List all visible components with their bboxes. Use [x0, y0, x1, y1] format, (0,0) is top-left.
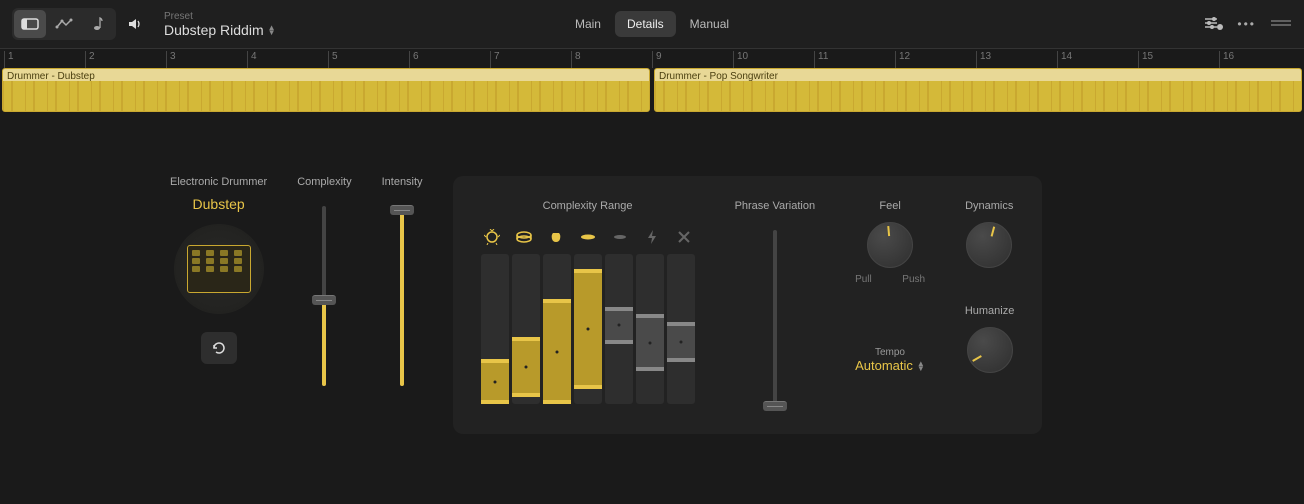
preset-name: Dubstep Riddim ▲▼: [164, 22, 276, 38]
ruler-mark: 9: [652, 51, 662, 69]
tempo-value: Automatic ▲▼: [855, 358, 925, 373]
intensity-slider[interactable]: [400, 206, 404, 386]
hihat-icon[interactable]: [579, 228, 597, 246]
complexity-label: Complexity: [297, 176, 351, 188]
ruler-mark: 2: [85, 51, 95, 69]
feel-pull-label: Pull: [855, 274, 872, 285]
dynamics-knob-section: Dynamics: [965, 200, 1013, 285]
perc-icon[interactable]: [611, 228, 629, 246]
snare-icon[interactable]: [515, 228, 533, 246]
phrase-variation-slider[interactable]: [773, 230, 777, 410]
notation-button[interactable]: [82, 10, 114, 38]
view-mode-group: [12, 8, 116, 40]
feel-push-label: Push: [902, 274, 925, 285]
volume-icon[interactable]: [124, 10, 148, 38]
cr-bar[interactable]: [543, 254, 571, 404]
ruler-mark: 16: [1219, 51, 1234, 69]
tempo-chevrons-icon: ▲▼: [917, 361, 925, 371]
tab-main[interactable]: Main: [563, 11, 613, 37]
zap-icon[interactable]: [643, 228, 661, 246]
region-pop-songwriter[interactable]: Drummer - Pop Songwriter: [654, 68, 1302, 112]
feel-knob-section: Feel Pull Push: [855, 200, 925, 285]
knob-row-bottom: Tempo Automatic ▲▼ Humanize: [855, 305, 1014, 373]
toolbar: Preset Dubstep Riddim ▲▼ Main Details Ma…: [0, 0, 1304, 48]
ruler-mark: 7: [490, 51, 500, 69]
preset-label: Preset: [164, 11, 276, 22]
ruler-mark: 3: [166, 51, 176, 69]
clap-icon[interactable]: [547, 228, 565, 246]
dynamics-label: Dynamics: [965, 200, 1013, 212]
complexity-range-title: Complexity Range: [543, 200, 633, 212]
ruler-mark: 11: [814, 51, 828, 69]
feel-knob[interactable]: [867, 222, 913, 268]
phrase-variation-section: Phrase Variation: [735, 200, 816, 410]
ruler-mark: 15: [1138, 51, 1153, 69]
complexity-slider[interactable]: [322, 206, 326, 386]
editor-tabs: Main Details Manual: [563, 11, 741, 37]
ruler-mark: 10: [733, 51, 748, 69]
kick-icon[interactable]: [483, 228, 501, 246]
ruler-mark: 1: [4, 51, 14, 69]
ruler-mark: 4: [247, 51, 257, 69]
cr-bar[interactable]: [636, 254, 664, 404]
region-waveform: [655, 81, 1301, 111]
ruler-mark: 14: [1057, 51, 1072, 69]
tab-manual[interactable]: Manual: [678, 11, 741, 37]
drum-machine-icon[interactable]: [174, 224, 264, 314]
timeline-ruler[interactable]: 1 2 3 4 5 6 7 8 9 10 11 12 13 14 15 16: [0, 48, 1304, 68]
humanize-label: Humanize: [965, 305, 1015, 317]
details-panel: Complexity Range Phrase: [453, 176, 1043, 434]
more-icon[interactable]: •••: [1237, 17, 1256, 31]
cr-bar[interactable]: [481, 254, 509, 404]
ruler-mark: 13: [976, 51, 991, 69]
preset-chevrons-icon: ▲▼: [268, 25, 276, 35]
knob-row-top: Feel Pull Push Dynamics: [855, 200, 1014, 285]
humanize-knob[interactable]: [967, 327, 1013, 373]
track-area[interactable]: Drummer - Dubstep Drummer - Pop Songwrit…: [0, 68, 1304, 116]
region-waveform: [3, 81, 649, 111]
cr-bar[interactable]: [512, 254, 540, 404]
ruler-mark: 12: [895, 51, 910, 69]
automation-view-button[interactable]: [48, 10, 80, 38]
tab-details[interactable]: Details: [615, 11, 676, 37]
tempo-section[interactable]: Tempo Automatic ▲▼: [855, 347, 925, 373]
regenerate-button[interactable]: [201, 332, 237, 364]
cross-icon[interactable]: [675, 228, 693, 246]
feel-label: Feel: [879, 200, 900, 212]
drummer-type-label: Electronic Drummer: [170, 176, 267, 188]
region-view-button[interactable]: [14, 10, 46, 38]
region-dubstep[interactable]: Drummer - Dubstep: [2, 68, 650, 112]
complexity-range-section: Complexity Range: [481, 200, 695, 404]
phrase-variation-label: Phrase Variation: [735, 200, 816, 212]
settings-icon[interactable]: [1203, 15, 1223, 34]
intensity-label: Intensity: [382, 176, 423, 188]
ruler-mark: 8: [571, 51, 581, 69]
cr-bar[interactable]: [667, 254, 695, 404]
drummer-style[interactable]: Dubstep: [193, 196, 245, 212]
complexity-range-bars: [481, 254, 695, 404]
ruler-mark: 6: [409, 51, 419, 69]
ruler-mark: 5: [328, 51, 338, 69]
humanize-knob-section: Humanize: [965, 305, 1015, 373]
intensity-slider-section: Intensity: [382, 176, 423, 434]
feel-sublabels: Pull Push: [855, 274, 925, 285]
preset-selector[interactable]: Preset Dubstep Riddim ▲▼: [164, 11, 276, 38]
drag-handle-icon[interactable]: [1270, 17, 1292, 31]
drummer-editor: Electronic Drummer Dubstep Complexity In…: [0, 116, 1304, 454]
right-controls: Feel Pull Push Dynamics Tempo Automatic: [855, 200, 1014, 373]
toolbar-right: •••: [1203, 15, 1292, 34]
dynamics-knob[interactable]: [966, 222, 1012, 268]
complexity-slider-section: Complexity: [297, 176, 351, 434]
complexity-range-icons: [483, 228, 693, 246]
drummer-type-section: Electronic Drummer Dubstep: [170, 176, 267, 434]
tempo-label: Tempo: [875, 347, 905, 358]
cr-bar[interactable]: [574, 254, 602, 404]
cr-bar[interactable]: [605, 254, 633, 404]
